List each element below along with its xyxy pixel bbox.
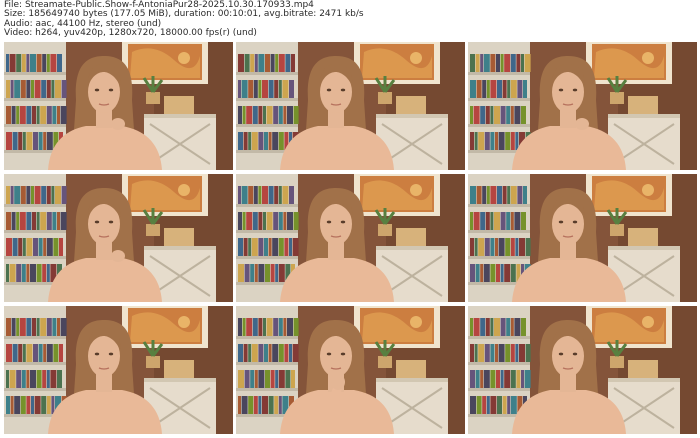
thumbnail-grid [4,42,698,436]
thumbnail [468,42,697,170]
contact-sheet: File: Streamate-Public.Show-f-AntoniaPur… [0,0,700,438]
thumbnail [236,42,465,170]
thumbnail [468,174,697,302]
thumbnail [236,174,465,302]
thumbnail [4,306,233,434]
file-info-header: File: Streamate-Public.Show-f-AntoniaPur… [4,0,694,39]
thumbnail [468,306,697,434]
thumbnail [236,306,465,434]
video-line: Video: h264, yuv420p, 1280x720, 18000.00… [4,28,257,39]
thumbnail [4,42,233,170]
thumbnail [4,174,233,302]
